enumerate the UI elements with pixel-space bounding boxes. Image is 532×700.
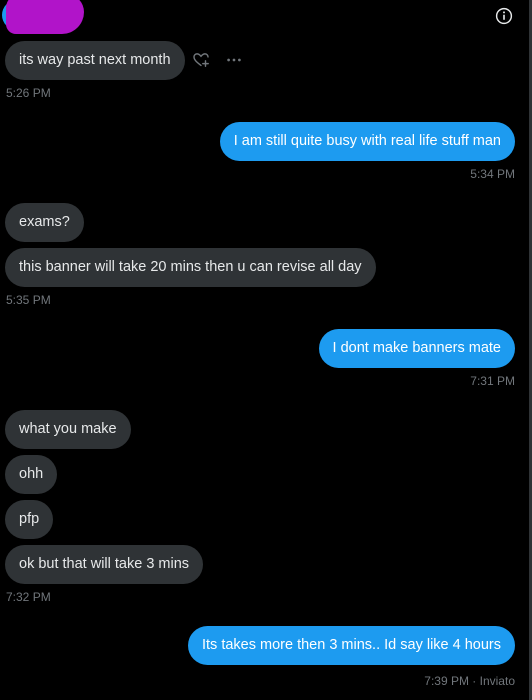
message-bubble-received[interactable]: its way past next month — [5, 41, 185, 80]
message-bubble-sent[interactable]: Its takes more then 3 mins.. Id say like… — [188, 626, 515, 665]
message-timestamp-status: 7:39 PM · Inviato — [424, 674, 515, 688]
heart-plus-icon[interactable] — [192, 51, 210, 69]
more-horizontal-icon[interactable] — [225, 51, 243, 69]
message-bubble-received[interactable]: what you make — [5, 410, 131, 449]
message-bubble-received[interactable]: exams? — [5, 203, 84, 242]
message-bubble-received[interactable]: ohh — [5, 455, 58, 494]
message-bubble-received[interactable]: ok but that will take 3 mins — [5, 545, 204, 584]
message-bubble-received[interactable]: this banner will take 20 mins then u can… — [5, 248, 376, 287]
redaction-mark — [6, 0, 84, 34]
message-bubble-sent[interactable]: I am still quite busy with real life stu… — [219, 122, 515, 161]
message-timestamp: 5:35 PM — [6, 293, 51, 307]
message-bubble-sent[interactable]: I dont make banners mate — [318, 329, 515, 368]
message-timestamp: 7:31 PM — [470, 374, 515, 388]
message-timestamp: 5:26 PM — [6, 86, 51, 100]
message-timestamp: 7:32 PM — [6, 590, 51, 604]
message-timestamp: 5:34 PM — [470, 167, 515, 181]
info-circle-icon[interactable] — [495, 7, 513, 25]
message-bubble-received[interactable]: pfp — [5, 500, 54, 539]
